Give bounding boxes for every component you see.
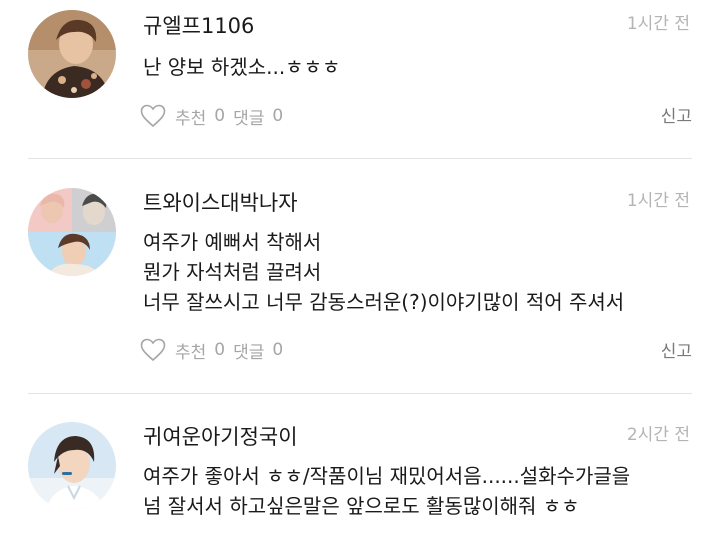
comment-text-line: 뭔가 자석처럼 끌려서 bbox=[143, 260, 322, 284]
comment-username[interactable]: 규엘프1106 bbox=[143, 13, 254, 39]
avatar[interactable] bbox=[28, 10, 116, 98]
comment-text-line: 난 양보 하겠소...ㅎㅎㅎ bbox=[143, 55, 341, 79]
reply-count: 0 bbox=[272, 106, 284, 126]
recommend-label[interactable]: 추천 bbox=[175, 104, 206, 129]
comment-body: 여주가 좋아서 ㅎㅎ/작품이님 재밌어서음......설화수가글을 넘 잘서서 … bbox=[143, 461, 703, 521]
reply-count: 0 bbox=[272, 340, 284, 360]
comment-feed: 규엘프1106 1시간 전 난 양보 하겠소...ㅎㅎㅎ 추천 0 댓글 0 신… bbox=[0, 0, 720, 540]
comment-text-line: 너무 잘쓰시고 너무 감동스러운(?)이야기많이 적어 주셔서 bbox=[143, 290, 625, 314]
comment-timestamp: 2시간 전 bbox=[626, 425, 690, 445]
comment-item: 규엘프1106 1시간 전 난 양보 하겠소...ㅎㅎㅎ 추천 0 댓글 0 신… bbox=[0, 0, 720, 158]
reply-label[interactable]: 댓글 bbox=[233, 104, 264, 129]
comment-actions: 추천 0 댓글 0 bbox=[140, 336, 291, 364]
comment-item: 귀여운아기정국이 2시간 전 여주가 좋아서 ㅎㅎ/작품이님 재밌어서음....… bbox=[0, 394, 720, 540]
avatar[interactable] bbox=[28, 422, 116, 510]
report-button[interactable]: 신고 bbox=[661, 105, 692, 129]
report-button[interactable]: 신고 bbox=[661, 340, 692, 364]
comment-actions: 추천 0 댓글 0 bbox=[140, 102, 291, 130]
comment-username[interactable]: 트와이스대박나자 bbox=[143, 190, 298, 216]
reply-label[interactable]: 댓글 bbox=[233, 338, 264, 363]
comment-timestamp: 1시간 전 bbox=[626, 14, 690, 34]
recommend-count: 0 bbox=[214, 106, 226, 126]
comment-body: 난 양보 하겠소...ㅎㅎㅎ bbox=[143, 52, 703, 82]
avatar-image bbox=[28, 422, 116, 510]
comment-body: 여주가 예뻐서 착해서 뭔가 자석처럼 끌려서 너무 잘쓰시고 너무 감동스러운… bbox=[143, 227, 703, 317]
avatar[interactable] bbox=[28, 188, 116, 276]
heart-outline-icon[interactable] bbox=[140, 338, 166, 362]
heart-outline-icon[interactable] bbox=[140, 104, 166, 128]
comment-text-line: 넘 잘서서 하고싶은말은 앞으로도 활동많이해줘 ㅎㅎ bbox=[143, 494, 580, 518]
recommend-count: 0 bbox=[214, 340, 226, 360]
comment-text-line: 여주가 예뻐서 착해서 bbox=[143, 230, 322, 254]
comment-item: 트와이스대박나자 1시간 전 여주가 예뻐서 착해서 뭔가 자석처럼 끌려서 너… bbox=[0, 159, 720, 393]
comment-timestamp: 1시간 전 bbox=[626, 191, 690, 211]
recommend-label[interactable]: 추천 bbox=[175, 338, 206, 363]
comment-username[interactable]: 귀여운아기정국이 bbox=[143, 424, 298, 450]
avatar-image bbox=[28, 188, 116, 276]
avatar-image bbox=[28, 10, 116, 98]
comment-text-line: 여주가 좋아서 ㅎㅎ/작품이님 재밌어서음......설화수가글을 bbox=[143, 464, 631, 488]
